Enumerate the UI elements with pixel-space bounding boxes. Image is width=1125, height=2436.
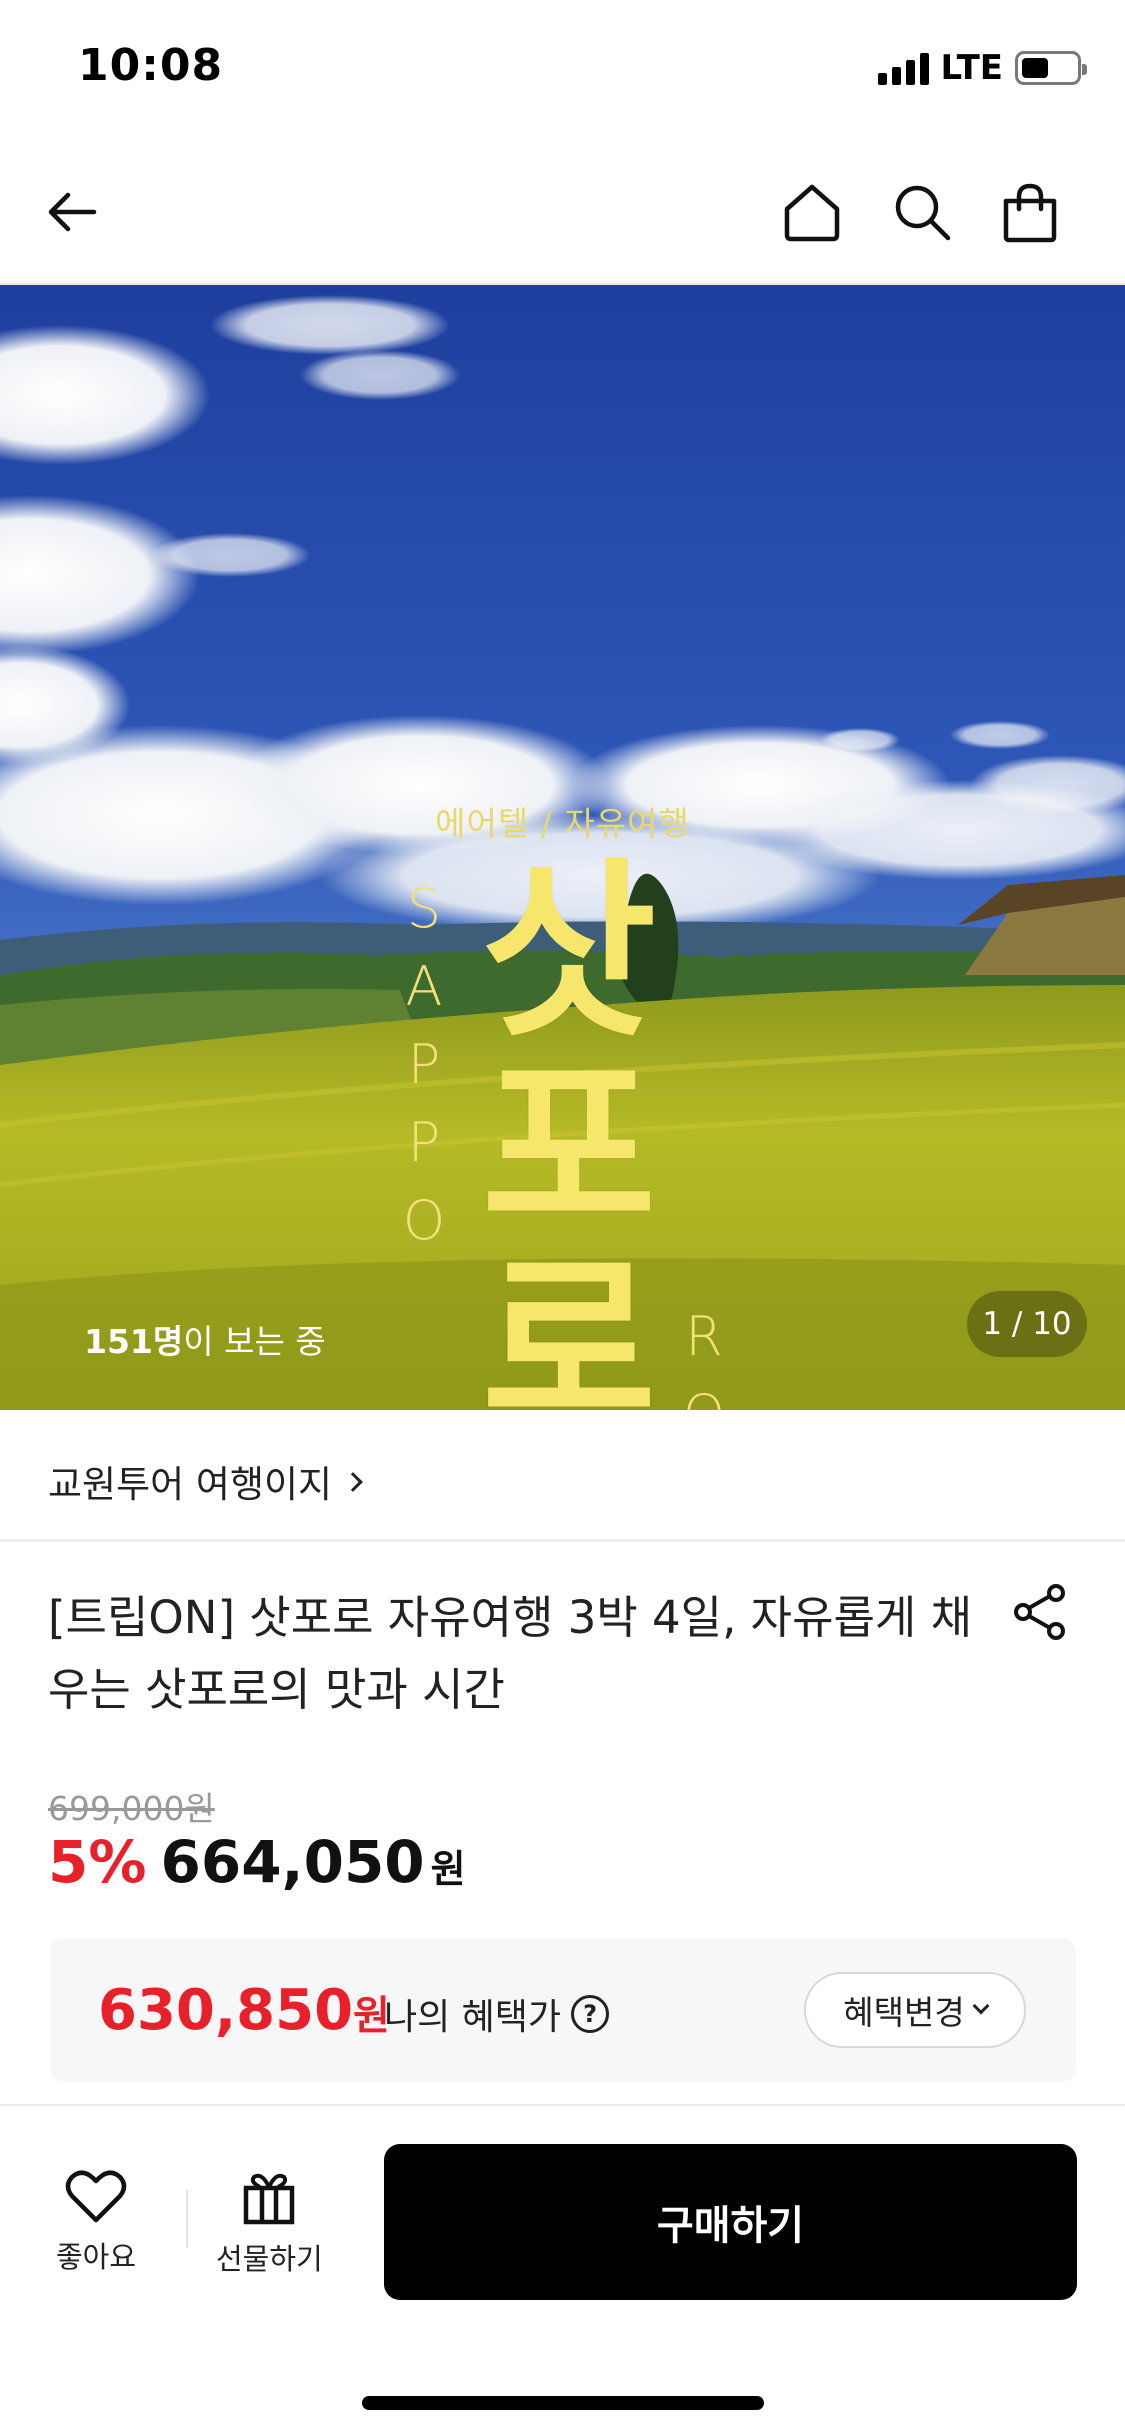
benefit-price: 630,850원 xyxy=(98,1978,390,2043)
hero-latin-left: S A P P O xyxy=(402,875,446,1255)
home-icon xyxy=(784,184,840,242)
image-page-indicator: 1 / 10 xyxy=(967,1291,1087,1357)
share-button[interactable] xyxy=(1008,1580,1072,1644)
share-icon xyxy=(1014,1584,1065,1640)
search-button[interactable] xyxy=(886,176,958,248)
arrow-left-icon xyxy=(48,192,97,232)
viewer-count: 151명이 보는 중 xyxy=(84,1315,326,1363)
signal-icon xyxy=(877,51,929,85)
shopping-bag-icon xyxy=(1003,183,1057,243)
hero-latin-char: O xyxy=(402,1189,446,1252)
gift-icon xyxy=(244,2173,295,2225)
hero-latin-char: S xyxy=(406,877,442,940)
hero-latin-char: O xyxy=(682,1381,726,1410)
status-time: 10:08 xyxy=(78,40,224,91)
home-indicator xyxy=(362,2396,764,2410)
nav-header xyxy=(0,140,1125,285)
hero-subtitle-right: 자유여행 xyxy=(564,804,690,843)
benefit-label-text: 나의 혜택가 xyxy=(384,1997,562,2038)
benefit-box: 630,850원 나의 혜택가 ? 혜택변경 xyxy=(50,1938,1076,2082)
chevron-right-icon xyxy=(343,1472,363,1492)
hero-latin-right: R O xyxy=(682,1303,726,1410)
bottom-action-bar: 좋아요 선물하기 구매하기 xyxy=(0,2106,1125,2436)
help-icon[interactable]: ? xyxy=(571,1995,610,2033)
price-row: 5% 664,050 원 xyxy=(48,1828,466,1896)
status-indicators: LTE xyxy=(877,48,1087,88)
brand-link[interactable]: 교원투어 여행이지 xyxy=(48,1454,363,1508)
original-price: 699,000원 xyxy=(48,1789,215,1828)
cart-button[interactable] xyxy=(994,176,1066,248)
viewer-suffix: 이 보는 중 xyxy=(183,1322,326,1361)
heart-icon xyxy=(65,2170,127,2223)
brand-name: 교원투어 여행이지 xyxy=(48,1463,333,1506)
search-icon xyxy=(895,185,951,241)
hero-latin-char: P xyxy=(407,1111,441,1174)
discount-rate: 5% xyxy=(48,1828,147,1896)
benefit-price-value: 630,850 xyxy=(98,1978,354,2043)
hero-title-char: 로 xyxy=(481,1234,657,1411)
network-label: LTE xyxy=(940,48,1003,88)
battery-icon xyxy=(1015,51,1087,85)
sale-price: 664,050 xyxy=(160,1828,425,1896)
hero-title-char: 포 xyxy=(481,1038,657,1259)
viewer-number: 151명 xyxy=(84,1322,184,1361)
status-bar: 10:08 LTE xyxy=(0,0,1125,140)
home-button[interactable] xyxy=(776,176,848,248)
gift-button[interactable]: 선물하기 xyxy=(216,2168,323,2278)
change-benefit-label: 혜택변경 xyxy=(843,1993,965,2032)
product-title: [트립ON] 삿포로 자유여행 3박 4일, 자유롭게 채우는 삿포로의 맛과 … xyxy=(48,1591,972,1716)
back-button[interactable] xyxy=(36,176,108,248)
hero-title: 삿 포 로 xyxy=(478,842,660,1411)
hero-title-char: 삿 xyxy=(481,842,657,1063)
gift-label: 선물하기 xyxy=(216,2242,323,2276)
benefit-label: 나의 혜택가 ? xyxy=(384,1988,610,2040)
hero-subtitle-left: 에어텔 / xyxy=(435,804,553,843)
action-separator xyxy=(186,2190,188,2248)
brand-row: 교원투어 여행이지 xyxy=(0,1410,1125,1542)
like-button[interactable]: 좋아요 xyxy=(56,2168,136,2276)
hero-subtitle: 에어텔 / 자유여행 xyxy=(0,797,1125,845)
sale-price-currency: 원 xyxy=(430,1847,466,1891)
change-benefit-button[interactable]: 혜택변경 xyxy=(804,1972,1026,2048)
hero-latin-char: R xyxy=(685,1305,723,1368)
product-hero-image[interactable]: 에어텔 / 자유여행 S A P P O 삿 포 로 R O 151명이 보는 … xyxy=(0,285,1125,1410)
hero-latin-char: A xyxy=(405,955,443,1018)
buy-button[interactable]: 구매하기 xyxy=(384,2144,1077,2300)
hero-latin-char: P xyxy=(407,1033,441,1096)
chevron-down-icon xyxy=(972,1997,990,2015)
like-label: 좋아요 xyxy=(56,2240,137,2274)
